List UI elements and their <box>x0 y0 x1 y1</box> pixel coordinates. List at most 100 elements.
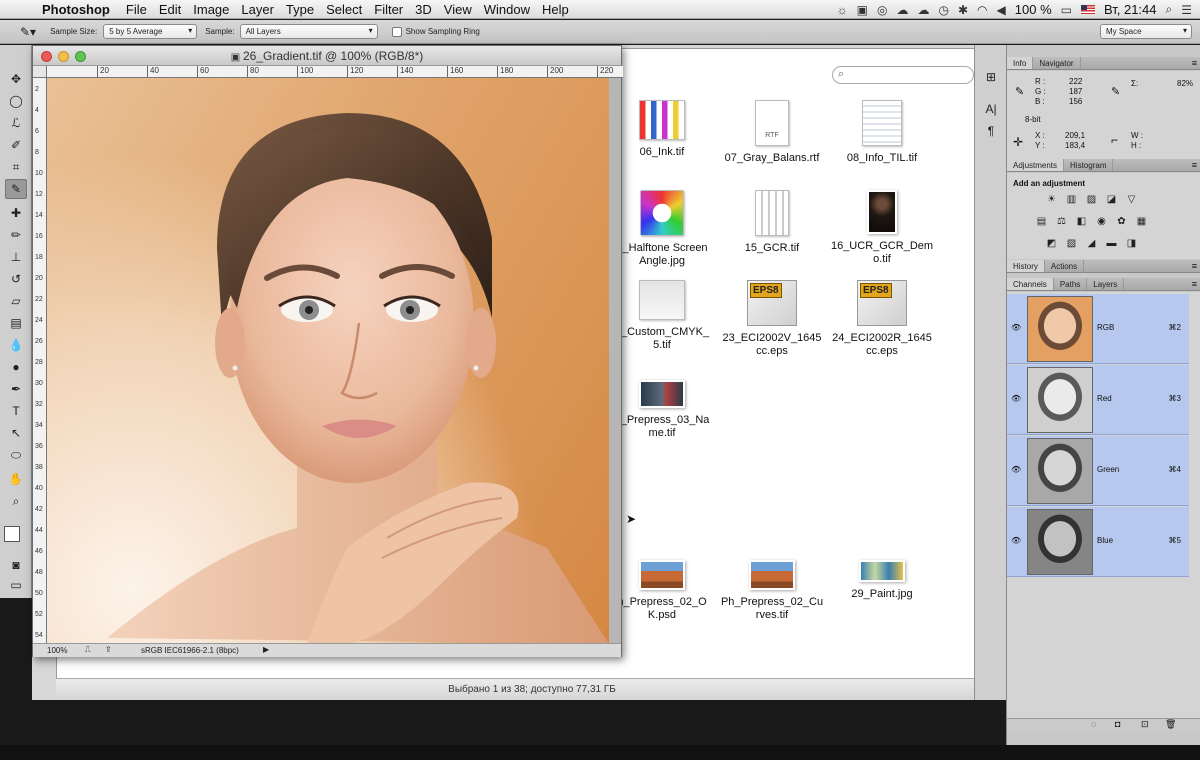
threshold-icon[interactable]: ◢ <box>1085 237 1098 250</box>
panel-menu-icon[interactable]: ≡ <box>1192 57 1197 69</box>
channel-row-red[interactable]: 👁 Red ⌘3 <box>1007 365 1189 435</box>
curves-icon[interactable]: ▨ <box>1085 193 1098 206</box>
zoom-window-button[interactable] <box>75 51 86 62</box>
tab-info[interactable]: Info <box>1007 57 1034 69</box>
tab-layers[interactable]: Layers <box>1087 278 1125 290</box>
cloud-icon[interactable]: ☁ <box>918 3 930 17</box>
clone-stamp-tool-icon[interactable]: ⊥ <box>5 247 27 267</box>
clock[interactable]: Вт, 21:44 <box>1104 2 1157 17</box>
character-panel-icon[interactable]: A| <box>980 99 1002 119</box>
notification-center-icon[interactable]: ☰ <box>1181 3 1192 17</box>
share-icon[interactable]: ⇪ <box>105 645 112 654</box>
menu-type[interactable]: Type <box>286 2 324 17</box>
eraser-tool-icon[interactable]: ▱ <box>5 291 27 311</box>
tab-histogram[interactable]: Histogram <box>1064 159 1114 171</box>
color-lookup-icon[interactable]: ▦ <box>1135 215 1148 228</box>
menu-file[interactable]: File <box>126 2 157 17</box>
zoom-level-field[interactable]: 100% <box>47 646 67 655</box>
file-item[interactable]: EPS8 23_ECI2002V_1645 cc.eps <box>712 280 832 358</box>
eyedropper-preset-icon[interactable]: ✎▾ <box>20 25 36 39</box>
vertical-ruler[interactable]: 2 4 6 8 10 12 14 16 18 20 22 24 26 28 30 32 34 36 38 40 42 44… <box>33 78 47 644</box>
brightness-contrast-icon[interactable]: ☀ <box>1045 193 1058 206</box>
marquee-tool-icon[interactable]: ◯ <box>5 91 27 111</box>
finder-search-input[interactable]: ⌕ <box>832 66 974 84</box>
screen-mode-icon[interactable]: ▭ <box>5 575 27 595</box>
channel-row-green[interactable]: 👁 Green ⌘4 <box>1007 436 1189 506</box>
crop-tool-icon[interactable]: ⌗ <box>5 157 27 177</box>
file-item[interactable]: 16_UCR_GCR_Dem o.tif <box>822 190 942 266</box>
file-item[interactable]: Ph_Prepress_02_Cu rves.tif <box>712 560 832 622</box>
menu-view[interactable]: View <box>444 2 482 17</box>
tab-navigator[interactable]: Navigator <box>1033 57 1081 69</box>
close-window-button[interactable] <box>41 51 52 62</box>
wifi-icon[interactable]: ◠ <box>977 3 987 17</box>
posterize-icon[interactable]: ▧ <box>1065 237 1078 250</box>
battery-percent[interactable]: 100 % <box>1015 2 1052 17</box>
zoom-tool-icon[interactable]: ⌕ <box>5 491 27 511</box>
spotlight-search-icon[interactable]: ⌕ <box>1166 2 1173 17</box>
visibility-eye-icon[interactable]: 👁 <box>1011 536 1021 545</box>
ruler-origin[interactable] <box>33 66 47 78</box>
panel-menu-icon[interactable]: ≡ <box>1192 278 1197 290</box>
file-item[interactable]: 29_Paint.jpg <box>822 560 942 601</box>
healing-brush-tool-icon[interactable]: ✚ <box>5 203 27 223</box>
panel-menu-icon[interactable]: ≡ <box>1192 260 1197 272</box>
channel-mixer-icon[interactable]: ✿ <box>1115 215 1128 228</box>
minimize-window-button[interactable] <box>58 51 69 62</box>
bluetooth-icon[interactable]: ✱ <box>958 3 968 17</box>
hue-saturation-icon[interactable]: ▤ <box>1035 215 1048 228</box>
levels-icon[interactable]: ▥ <box>1065 193 1078 206</box>
gradient-tool-icon[interactable]: ▤ <box>5 313 27 333</box>
move-tool-icon[interactable]: ✥ <box>5 69 27 89</box>
new-channel-icon[interactable]: ⊡ <box>1141 719 1149 730</box>
trash-icon[interactable]: 🗑 <box>1165 719 1176 730</box>
quick-select-tool-icon[interactable]: ✐ <box>5 135 27 155</box>
quick-mask-icon[interactable]: ◙ <box>5 555 27 575</box>
time-machine-icon[interactable]: ◷ <box>939 3 949 17</box>
vibrance-icon[interactable]: ▽ <box>1125 193 1138 206</box>
visibility-eye-icon[interactable]: 👁 <box>1011 323 1021 332</box>
creative-cloud-icon[interactable]: ◎ <box>877 3 887 17</box>
eyedropper-tool-icon[interactable]: ✎ <box>5 179 27 199</box>
menu-window[interactable]: Window <box>484 2 540 17</box>
visibility-eye-icon[interactable]: 👁 <box>1011 465 1021 474</box>
gradient-map-icon[interactable]: ▬ <box>1105 237 1118 250</box>
file-item[interactable]: 08_Info_TIL.tif <box>822 100 942 165</box>
paragraph-panel-icon[interactable]: ¶ <box>980 121 1002 141</box>
menu-3d[interactable]: 3D <box>415 2 442 17</box>
file-item[interactable]: RTF 07_Gray_Balans.rtf <box>712 100 832 165</box>
menu-select[interactable]: Select <box>326 2 372 17</box>
type-tool-icon[interactable]: T <box>5 401 27 421</box>
horizontal-ruler[interactable]: 20 40 60 80 100 120 140 160 180 200 220 <box>47 66 623 78</box>
tab-channels[interactable]: Channels <box>1007 278 1054 290</box>
tab-paths[interactable]: Paths <box>1054 278 1088 290</box>
lasso-tool-icon[interactable]: ℒ <box>5 113 27 133</box>
tab-adjustments[interactable]: Adjustments <box>1007 159 1065 171</box>
ellipse-tool-icon[interactable]: ⬭ <box>5 445 27 465</box>
tab-history[interactable]: History <box>1007 260 1045 272</box>
foreground-color-swatch[interactable] <box>4 526 20 542</box>
evernote-status-icon[interactable]: ▣ <box>857 3 868 17</box>
menu-edit[interactable]: Edit <box>159 2 191 17</box>
sample-select[interactable]: All Layers <box>239 24 378 39</box>
dodge-tool-icon[interactable]: ● <box>5 357 27 377</box>
selective-color-icon[interactable]: ◨ <box>1125 237 1138 250</box>
history-brush-tool-icon[interactable]: ↺ <box>5 269 27 289</box>
hand-tool-icon[interactable]: ✋ <box>5 469 27 489</box>
visibility-eye-icon[interactable]: 👁 <box>1011 394 1021 403</box>
menu-help[interactable]: Help <box>542 2 579 17</box>
brush-presets-icon[interactable]: ⊞ <box>980 67 1002 87</box>
color-balance-icon[interactable]: ⚖ <box>1055 215 1068 228</box>
document-title-bar[interactable]: ▣ 26_Gradient.tif @ 100% (RGB/8*) <box>33 46 621 66</box>
status-menu-arrow-icon[interactable]: ▶ <box>263 645 269 654</box>
load-selection-icon[interactable]: ◌ <box>1091 719 1096 729</box>
photo-filter-icon[interactable]: ◉ <box>1095 215 1108 228</box>
volume-icon[interactable]: ◀ <box>997 3 1006 17</box>
status-icon[interactable]: ⎍ <box>85 645 91 655</box>
brush-tool-icon[interactable]: ✏ <box>5 225 27 245</box>
save-selection-icon[interactable]: ◘ <box>1115 719 1120 729</box>
show-ring-checkbox[interactable] <box>391 26 402 37</box>
menu-image[interactable]: Image <box>193 2 239 17</box>
file-item[interactable]: EPS8 24_ECI2002R_1645 cc.eps <box>822 280 942 358</box>
channel-row-rgb[interactable]: 👁 RGB ⌘2 <box>1007 294 1189 364</box>
